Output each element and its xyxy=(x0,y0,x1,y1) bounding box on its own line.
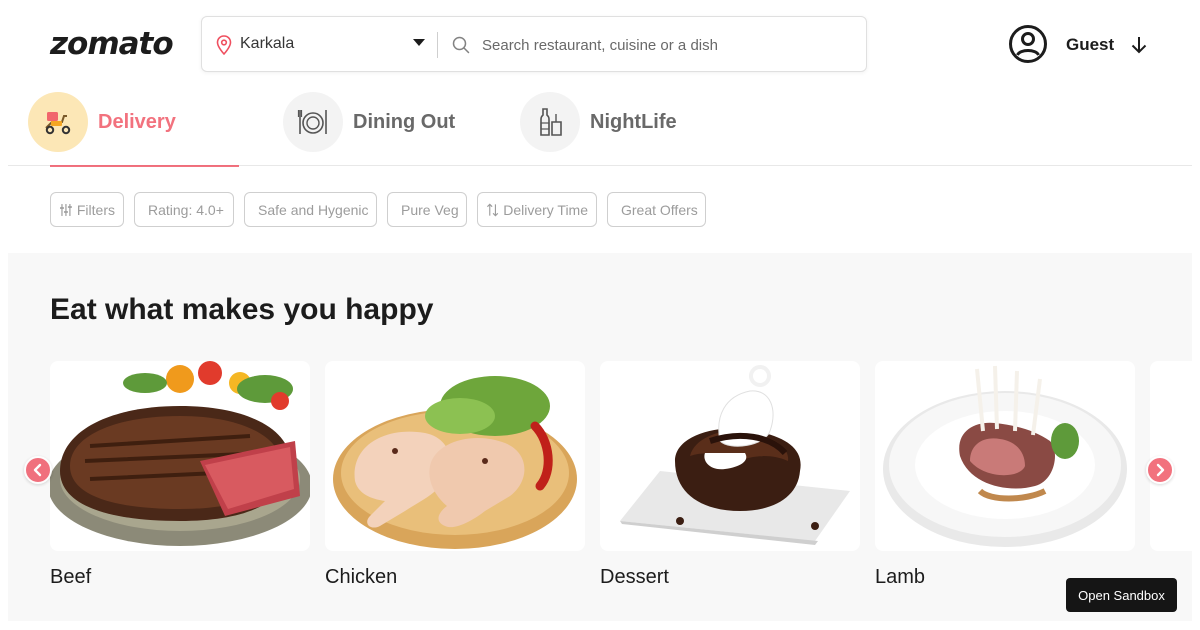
filter-label: Delivery Time xyxy=(503,201,588,218)
search-bar: Karkala xyxy=(201,16,867,72)
bottle-glass-icon xyxy=(520,92,580,152)
tab-label: Dining Out xyxy=(353,111,456,133)
tab-nightlife[interactable]: NightLife xyxy=(500,88,720,166)
section-title: Eat what makes you happy xyxy=(50,293,434,326)
chevron-right-icon xyxy=(1156,463,1165,477)
collection-card-dessert[interactable]: Dessert xyxy=(600,361,860,588)
lamb-image xyxy=(875,361,1135,551)
user-name[interactable]: Guest xyxy=(1066,35,1114,55)
filter-label: Great Offers xyxy=(621,201,698,218)
active-tab-underline xyxy=(50,165,239,167)
collection-label: Chicken xyxy=(325,566,398,588)
filter-label: Pure Veg xyxy=(401,201,459,218)
scooter-icon xyxy=(28,92,88,152)
chevron-down-icon[interactable] xyxy=(1129,34,1149,56)
filter-delivery-time[interactable]: Delivery Time xyxy=(477,192,597,227)
zomato-logo[interactable]: zomato xyxy=(50,26,174,62)
collection-label: Lamb xyxy=(875,566,926,588)
user-avatar-icon[interactable] xyxy=(1008,24,1048,64)
collection-card-lamb[interactable]: Lamb xyxy=(875,361,1135,588)
tab-label: Delivery xyxy=(98,111,176,133)
dessert-image xyxy=(600,361,860,551)
beef-image xyxy=(50,361,310,551)
filter-rating[interactable]: Rating: 4.0+ xyxy=(134,192,234,227)
carousel-next-button[interactable] xyxy=(1146,456,1174,484)
filter-pure-veg[interactable]: Pure Veg xyxy=(387,192,467,227)
open-sandbox-button[interactable]: Open Sandbox xyxy=(1066,578,1177,612)
search-input[interactable] xyxy=(482,27,852,63)
user-menu[interactable]: Guest xyxy=(1008,24,1158,64)
filter-label: Filters xyxy=(76,201,115,218)
collection-card-chicken[interactable]: Chicken xyxy=(325,361,585,588)
sliders-icon xyxy=(59,203,72,216)
location-dropdown-caret-icon[interactable] xyxy=(413,39,425,46)
collection-card-beef[interactable]: Beef xyxy=(50,361,310,588)
carousel-prev-button[interactable] xyxy=(24,456,52,484)
tab-dining-out[interactable]: Dining Out xyxy=(263,88,483,166)
collection-label: Beef xyxy=(50,566,92,588)
chicken-image xyxy=(325,361,585,551)
location-pin-icon xyxy=(216,35,232,56)
filter-great-offers[interactable]: Great Offers xyxy=(607,192,706,227)
tab-delivery[interactable]: Delivery xyxy=(8,88,248,167)
search-icon xyxy=(452,36,470,54)
sort-arrows-icon xyxy=(487,203,499,216)
location-value[interactable]: Karkala xyxy=(240,35,294,53)
filter-safe-hygenic[interactable]: Safe and Hygenic xyxy=(244,192,377,227)
search-divider xyxy=(437,32,438,58)
filters-button[interactable]: Filters xyxy=(50,192,124,227)
tab-label: NightLife xyxy=(590,111,677,133)
chevron-left-icon xyxy=(33,463,42,477)
category-tabs: Delivery Dining Out NightLife xyxy=(8,88,1192,167)
header: zomato Karkala Guest xyxy=(0,0,1200,88)
filter-label: Safe and Hygenic xyxy=(258,201,369,218)
food-collections-section: Eat what makes you happy Beef Chicken De… xyxy=(8,253,1192,621)
collection-label: Dessert xyxy=(600,566,669,588)
filter-label: Rating: 4.0+ xyxy=(148,201,224,218)
dining-plate-icon xyxy=(283,92,343,152)
